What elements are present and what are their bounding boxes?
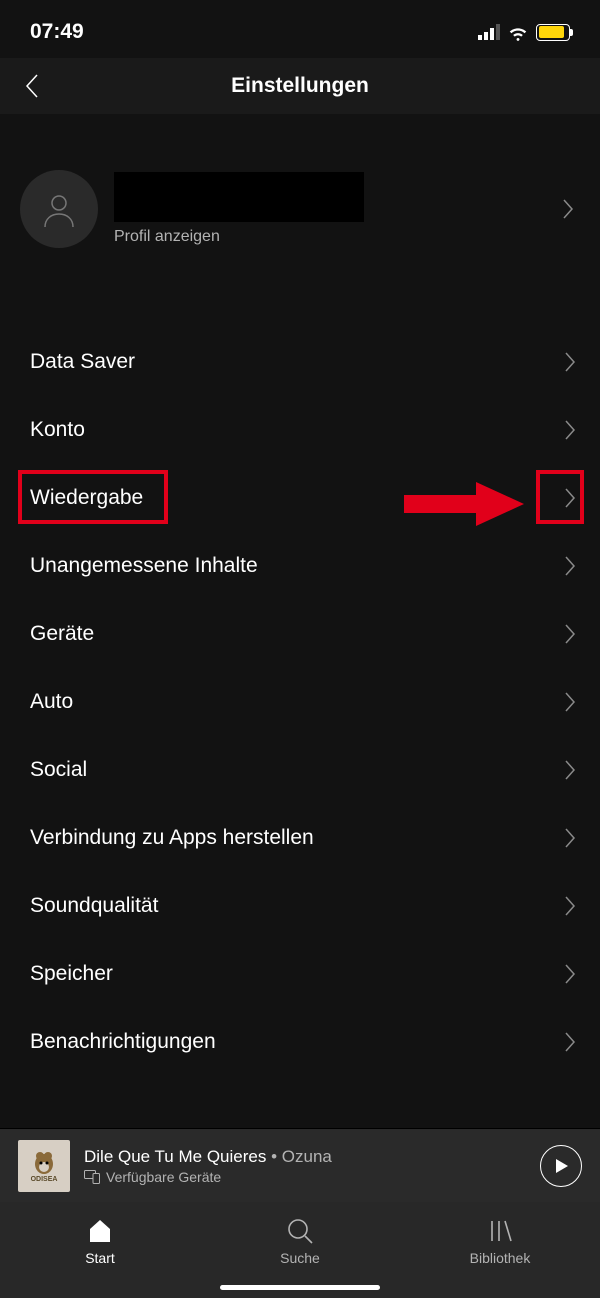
available-devices-button[interactable]: Verfügbare Geräte — [84, 1169, 540, 1185]
now-playing-title: Dile Que Tu Me Quieres — [84, 1147, 266, 1166]
tab-label: Suche — [280, 1250, 320, 1266]
settings-item-label: Soundqualität — [30, 894, 158, 918]
tab-suche[interactable]: Suche — [200, 1202, 400, 1298]
chevron-right-icon — [562, 198, 574, 220]
library-icon — [486, 1216, 514, 1246]
play-button[interactable] — [540, 1145, 582, 1187]
chevron-right-icon — [564, 963, 576, 985]
play-icon — [553, 1158, 569, 1174]
now-playing-artist: Ozuna — [282, 1147, 332, 1166]
chevron-right-icon — [564, 419, 576, 441]
status-time: 07:49 — [30, 20, 84, 44]
settings-item-label: Verbindung zu Apps herstellen — [30, 826, 314, 850]
album-art: ODISEA — [18, 1140, 70, 1192]
person-icon — [39, 189, 79, 229]
settings-item-label: Data Saver — [30, 350, 135, 374]
settings-item-wiedergabe[interactable]: Wiedergabe — [30, 464, 576, 532]
chevron-right-icon — [564, 1031, 576, 1053]
avatar — [20, 170, 98, 248]
chevron-right-icon — [564, 351, 576, 373]
settings-item-label: Benachrichtigungen — [30, 1030, 216, 1054]
header-bar: Einstellungen — [0, 58, 600, 114]
profile-view-label: Profil anzeigen — [114, 228, 562, 246]
settings-item-label: Social — [30, 758, 87, 782]
chevron-right-icon — [564, 827, 576, 849]
settings-item-label: Wiedergabe — [30, 486, 143, 510]
settings-item-label: Unangemessene Inhalte — [30, 554, 258, 578]
wifi-icon — [507, 21, 529, 43]
settings-item-social[interactable]: Social — [30, 736, 576, 804]
chevron-right-icon — [564, 759, 576, 781]
battery-icon — [536, 24, 570, 41]
status-bar: 07:49 — [0, 0, 600, 58]
profile-name-redacted — [114, 172, 364, 222]
settings-item-label: Auto — [30, 690, 73, 714]
tab-start[interactable]: Start — [0, 1202, 200, 1298]
cellular-signal-icon — [478, 24, 500, 40]
annotation-highlight-box — [536, 470, 584, 524]
settings-item-speicher[interactable]: Speicher — [30, 940, 576, 1008]
tab-label: Start — [85, 1250, 115, 1266]
back-button[interactable] — [24, 73, 40, 99]
settings-item-label: Geräte — [30, 622, 94, 646]
tab-bar: Start Suche Bibliothek — [0, 1202, 600, 1298]
settings-item-soundqualitaet[interactable]: Soundqualität — [30, 872, 576, 940]
search-icon — [286, 1216, 314, 1246]
tab-bibliothek[interactable]: Bibliothek — [400, 1202, 600, 1298]
devices-icon — [84, 1170, 100, 1184]
now-playing-title-line: Dile Que Tu Me Quieres • Ozuna — [84, 1147, 540, 1167]
tab-label: Bibliothek — [470, 1250, 531, 1266]
home-indicator[interactable] — [220, 1285, 380, 1290]
home-icon — [86, 1216, 114, 1246]
settings-item-label: Speicher — [30, 962, 113, 986]
page-title: Einstellungen — [231, 74, 369, 98]
chevron-right-icon — [564, 623, 576, 645]
settings-item-geraete[interactable]: Geräte — [30, 600, 576, 668]
chevron-left-icon — [24, 73, 40, 99]
chevron-right-icon — [564, 691, 576, 713]
settings-item-konto[interactable]: Konto — [30, 396, 576, 464]
settings-item-unangemessene-inhalte[interactable]: Unangemessene Inhalte — [30, 532, 576, 600]
settings-item-verbindung-zu-apps[interactable]: Verbindung zu Apps herstellen — [30, 804, 576, 872]
annotation-arrow-icon — [404, 482, 524, 526]
chevron-right-icon — [564, 487, 576, 509]
chevron-right-icon — [564, 895, 576, 917]
now-playing-bar[interactable]: ODISEA Dile Que Tu Me Quieres • Ozuna Ve… — [0, 1128, 600, 1202]
settings-item-benachrichtigungen[interactable]: Benachrichtigungen — [30, 1008, 576, 1076]
settings-list: Data Saver Konto Wiedergabe Unangemessen… — [0, 272, 600, 1076]
status-icons — [478, 21, 570, 43]
settings-item-auto[interactable]: Auto — [30, 668, 576, 736]
settings-item-data-saver[interactable]: Data Saver — [30, 328, 576, 396]
available-devices-label: Verfügbare Geräte — [106, 1169, 221, 1185]
settings-item-label: Konto — [30, 418, 85, 442]
album-art-tag: ODISEA — [31, 1176, 58, 1183]
profile-row[interactable]: Profil anzeigen — [0, 114, 600, 272]
chevron-right-icon — [564, 555, 576, 577]
